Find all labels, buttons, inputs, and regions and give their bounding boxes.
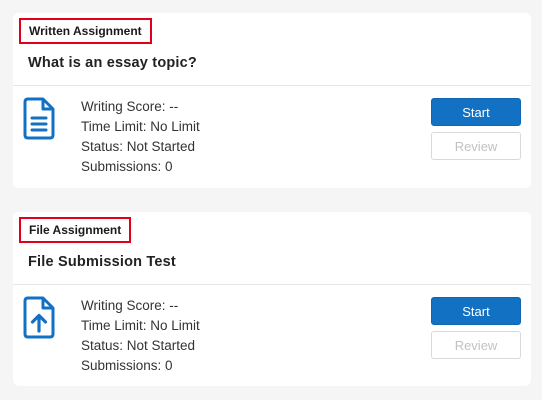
review-button[interactable]: Review bbox=[431, 132, 521, 160]
start-button[interactable]: Start bbox=[431, 297, 521, 325]
divider bbox=[13, 284, 531, 285]
assignment-title: File Submission Test bbox=[28, 254, 176, 270]
submissions-count: Submissions: 0 bbox=[81, 358, 173, 373]
submissions-count: Submissions: 0 bbox=[81, 159, 173, 174]
assignment-card-file: File Assignment File Submission Test Wri… bbox=[13, 212, 531, 386]
assignment-details: Writing Score: -- Time Limit: No Limit S… bbox=[81, 97, 200, 177]
status-text: Status: Not Started bbox=[81, 338, 196, 353]
review-button[interactable]: Review bbox=[431, 331, 521, 359]
assignment-type-label: File Assignment bbox=[19, 217, 132, 243]
start-button[interactable]: Start bbox=[431, 98, 521, 126]
writing-score: Writing Score: -- bbox=[81, 298, 179, 313]
assignment-details: Writing Score: -- Time Limit: No Limit S… bbox=[81, 296, 200, 376]
writing-score: Writing Score: -- bbox=[81, 99, 179, 114]
assignment-type-label: Written Assignment bbox=[19, 18, 152, 44]
file-upload-icon bbox=[23, 296, 55, 340]
document-lines-icon bbox=[23, 97, 55, 141]
assignment-card-written: Written Assignment What is an essay topi… bbox=[13, 13, 531, 188]
status-text: Status: Not Started bbox=[81, 139, 196, 154]
time-limit: Time Limit: No Limit bbox=[81, 119, 200, 134]
divider bbox=[13, 85, 531, 86]
time-limit: Time Limit: No Limit bbox=[81, 318, 200, 333]
assignment-title: What is an essay topic? bbox=[28, 55, 197, 71]
